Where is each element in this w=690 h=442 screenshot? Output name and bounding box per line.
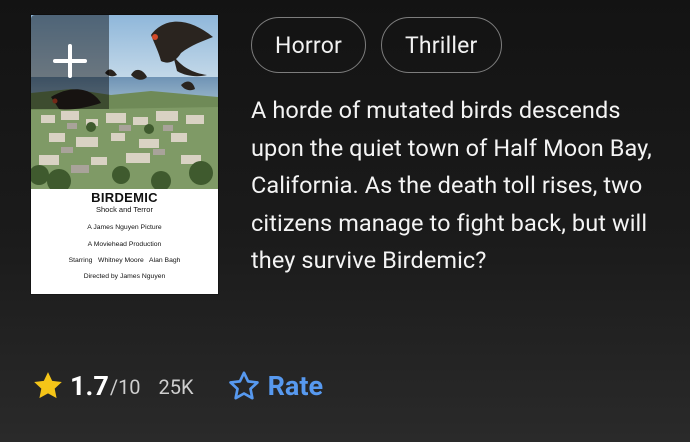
rate-button[interactable]: Rate [226,368,323,404]
star-outline-icon [228,371,259,400]
genre-chip-thriller[interactable]: Thriller [381,17,502,73]
poster-credits: BIRDEMIC Shock and Terror A James Nguyen… [31,191,218,281]
poster-credit-production: A Moviehead Production [87,241,162,248]
rating-value: 1.7 [70,370,109,402]
rating-row: 1.7 /10 25K Rate [31,364,323,408]
genre-chip-horror[interactable]: Horror [251,17,366,73]
poster-credit-picture: A James Nguyen Picture [87,224,162,231]
star-filled-icon [34,372,62,399]
plus-icon-vertical [68,44,72,78]
poster-title: BIRDEMIC [91,190,158,205]
poster-tagline: Shock and Terror [96,205,153,214]
genre-chips: Horror Thriller [251,17,502,73]
poster-artwork [31,15,218,189]
movie-poster[interactable]: BIRDEMIC Shock and Terror A James Nguyen… [31,15,218,294]
rating-max: /10 [109,375,141,399]
rating-count: 25K [158,375,194,399]
add-to-watchlist-button[interactable] [31,15,109,109]
poster-credit-starring: Starring Whitney Moore Alan Bagh [68,257,181,264]
rate-label: Rate [267,370,324,402]
poster-credit-director: Directed by James Nguyen [83,273,166,280]
plot-description: A horde of mutated birds descends upon t… [251,96,652,274]
